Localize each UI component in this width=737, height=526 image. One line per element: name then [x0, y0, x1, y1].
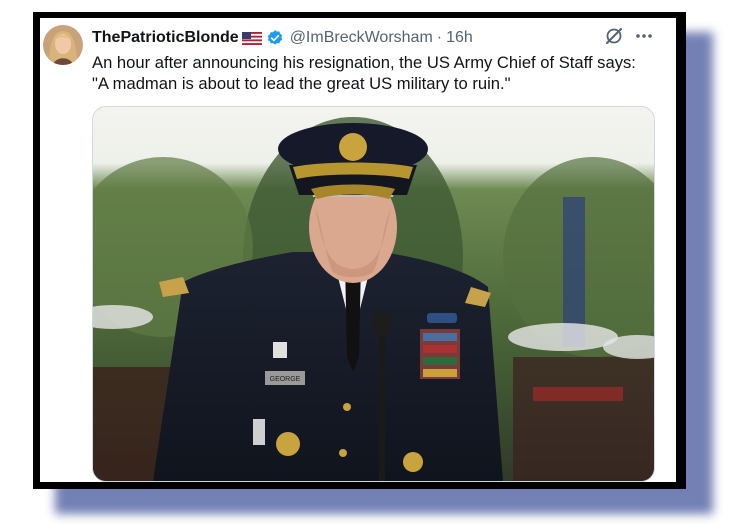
tweet-media-photo[interactable]: GEORGE	[92, 106, 655, 482]
grok-icon[interactable]	[604, 26, 624, 46]
general-photo: GEORGE	[93, 107, 654, 481]
tweet-card: ThePatrioticBlonde @ImBreckWorsham · 16h…	[40, 18, 676, 482]
separator-dot: ·	[436, 29, 443, 46]
name-tag-text: GEORGE	[270, 376, 301, 383]
tweet-text-line-1: An hour after announcing his resignation…	[92, 53, 636, 72]
tweet-text-line-2: "A madman is about to lead the great US …	[92, 74, 511, 93]
tweet-header: ThePatrioticBlonde @ImBreckWorsham · 16h	[92, 27, 473, 49]
handle[interactable]: @ImBreckWorsham	[290, 29, 433, 47]
avatar[interactable]	[43, 25, 83, 65]
us-flag-icon	[241, 31, 262, 45]
verified-badge-icon	[267, 30, 282, 45]
display-name[interactable]: ThePatrioticBlonde	[92, 29, 239, 47]
timestamp[interactable]: 16h	[446, 29, 473, 47]
tweet-text: An hour after announcing his resignation…	[92, 52, 667, 94]
avatar-image	[43, 25, 83, 65]
more-options-icon[interactable]	[636, 30, 652, 42]
